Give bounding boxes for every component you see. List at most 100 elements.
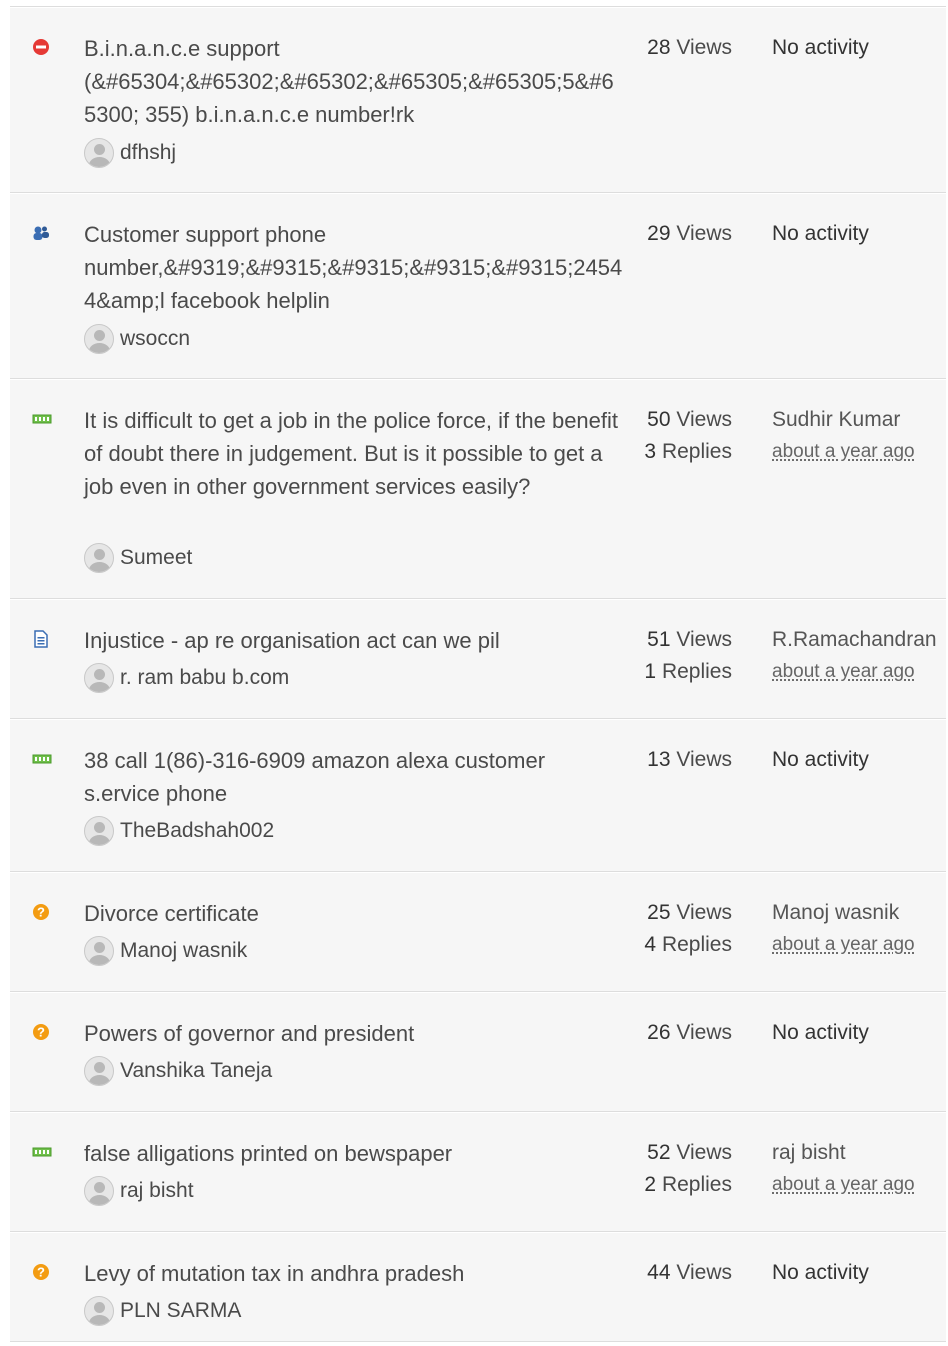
topic-author[interactable]: PLN SARMA <box>84 1296 241 1326</box>
topic-row: Customer support phone number,&#9319;&#9… <box>10 193 946 379</box>
last-activity: Manoj wasnik about a year ago <box>772 897 915 961</box>
topic-author[interactable]: wsoccn <box>84 324 190 354</box>
topic-title-link[interactable]: It is difficult to get a job in the poli… <box>84 404 624 503</box>
views-count: 13 <box>647 748 671 771</box>
replies-count: 1 <box>644 660 657 683</box>
views-count: 52 <box>647 1141 671 1164</box>
topic-stats: 13 Views <box>647 744 732 776</box>
svg-text:?: ? <box>37 1025 45 1040</box>
topic-author[interactable]: r. ram babu b.com <box>84 663 289 693</box>
last-activity: Sudhir Kumar about a year ago <box>772 404 915 468</box>
topic-row: It is difficult to get a job in the poli… <box>10 379 946 599</box>
avatar-icon <box>84 1176 114 1206</box>
topic-stats: 52 Views 2 Replies <box>644 1137 732 1201</box>
people-icon <box>32 224 50 242</box>
replies-count: 2 <box>644 1173 657 1196</box>
topic-author[interactable]: Vanshika Taneja <box>84 1056 272 1086</box>
author-name[interactable]: TheBadshah002 <box>120 819 274 843</box>
replies-label: Replies <box>661 660 732 683</box>
topic-author[interactable]: raj bisht <box>84 1176 194 1206</box>
no-activity-text: No activity <box>772 1261 869 1284</box>
avatar-icon <box>84 1296 114 1326</box>
no-activity-text: No activity <box>772 748 869 771</box>
topic-row: B.i.n.a.n.c.e support (&#65304;&#65302;&… <box>10 7 946 193</box>
topic-row: ? Powers of governor and president Vanshik… <box>10 992 946 1112</box>
last-activity: No activity <box>772 32 869 64</box>
last-activity-time[interactable]: about a year ago <box>772 436 915 468</box>
new-badge-icon <box>32 410 52 428</box>
topic-title-link[interactable]: Levy of mutation tax in andhra pradesh <box>84 1257 624 1290</box>
replies-count: 3 <box>644 440 657 463</box>
question-icon: ? <box>32 903 50 921</box>
new-badge-icon <box>32 750 52 768</box>
svg-text:?: ? <box>37 905 45 920</box>
new-badge-icon <box>32 1143 52 1161</box>
author-name[interactable]: raj bisht <box>120 1179 194 1203</box>
no-activity-text: No activity <box>772 1021 869 1044</box>
topic-row: 38 call 1(86)-316-6909 amazon alexa cust… <box>10 719 946 872</box>
replies-label: Replies <box>661 933 732 956</box>
views-count: 26 <box>647 1021 671 1044</box>
document-icon <box>32 630 50 648</box>
topic-row: false alligations printed on bewspaper ra… <box>10 1112 946 1232</box>
replies-label: Replies <box>661 1173 732 1196</box>
last-activity-user[interactable]: R.Ramachandran <box>772 628 937 651</box>
replies-count: 4 <box>644 933 657 956</box>
topic-stats: 28 Views <box>647 32 732 64</box>
views-label: Views <box>676 222 732 245</box>
views-count: 44 <box>647 1261 671 1284</box>
last-activity: R.Ramachandran about a year ago <box>772 624 937 688</box>
topic-author[interactable]: dfhshj <box>84 138 176 168</box>
last-activity: No activity <box>772 1257 869 1289</box>
topic-stats: 29 Views <box>647 218 732 250</box>
topic-list: B.i.n.a.n.c.e support (&#65304;&#65302;&… <box>10 6 946 1342</box>
topic-title-link[interactable]: Powers of governor and president <box>84 1017 624 1050</box>
replies-label: Replies <box>661 440 732 463</box>
author-name[interactable]: Sumeet <box>120 546 192 570</box>
topic-title-link[interactable]: 38 call 1(86)-316-6909 amazon alexa cust… <box>84 744 624 810</box>
author-name[interactable]: wsoccn <box>120 327 190 351</box>
last-activity: raj bisht about a year ago <box>772 1137 915 1201</box>
views-count: 25 <box>647 901 671 924</box>
views-count: 51 <box>647 628 671 651</box>
avatar-icon <box>84 324 114 354</box>
author-name[interactable]: Manoj wasnik <box>120 939 247 963</box>
topic-row: ? Levy of mutation tax in andhra pradesh P… <box>10 1232 946 1342</box>
author-name[interactable]: dfhshj <box>120 141 176 165</box>
last-activity-user[interactable]: raj bisht <box>772 1141 846 1164</box>
views-count: 29 <box>647 222 671 245</box>
views-label: Views <box>676 628 732 651</box>
last-activity: No activity <box>772 744 869 776</box>
topic-author[interactable]: TheBadshah002 <box>84 816 274 846</box>
topic-title-link[interactable]: Divorce certificate <box>84 897 624 930</box>
no-activity-text: No activity <box>772 36 869 59</box>
question-icon: ? <box>32 1023 50 1041</box>
topic-title-link[interactable]: B.i.n.a.n.c.e support (&#65304;&#65302;&… <box>84 32 624 131</box>
last-activity-user[interactable]: Manoj wasnik <box>772 901 899 924</box>
last-activity-time[interactable]: about a year ago <box>772 929 915 961</box>
last-activity-time[interactable]: about a year ago <box>772 1169 915 1201</box>
last-activity-time[interactable]: about a year ago <box>772 656 937 688</box>
views-label: Views <box>676 1141 732 1164</box>
topic-author[interactable]: Manoj wasnik <box>84 936 247 966</box>
avatar-icon <box>84 936 114 966</box>
author-name[interactable]: Vanshika Taneja <box>120 1059 272 1083</box>
no-entry-icon <box>32 38 50 56</box>
topic-stats: 26 Views <box>647 1017 732 1049</box>
last-activity: No activity <box>772 1017 869 1049</box>
topic-title-link[interactable]: Customer support phone number,&#9319;&#9… <box>84 218 624 317</box>
last-activity: No activity <box>772 218 869 250</box>
topic-stats: 50 Views 3 Replies <box>644 404 732 468</box>
author-name[interactable]: r. ram babu b.com <box>120 666 289 690</box>
topic-stats: 25 Views 4 Replies <box>644 897 732 961</box>
avatar-icon <box>84 663 114 693</box>
topic-title-link[interactable]: Injustice - ap re organisation act can w… <box>84 624 624 657</box>
author-name[interactable]: PLN SARMA <box>120 1299 241 1323</box>
views-count: 28 <box>647 36 671 59</box>
topic-row: ? Divorce certificate Manoj wasnik 25 Views… <box>10 872 946 992</box>
views-count: 50 <box>647 408 671 431</box>
avatar-icon <box>84 1056 114 1086</box>
last-activity-user[interactable]: Sudhir Kumar <box>772 408 900 431</box>
topic-title-link[interactable]: false alligations printed on bewspaper <box>84 1137 624 1170</box>
topic-author[interactable]: Sumeet <box>84 543 192 573</box>
